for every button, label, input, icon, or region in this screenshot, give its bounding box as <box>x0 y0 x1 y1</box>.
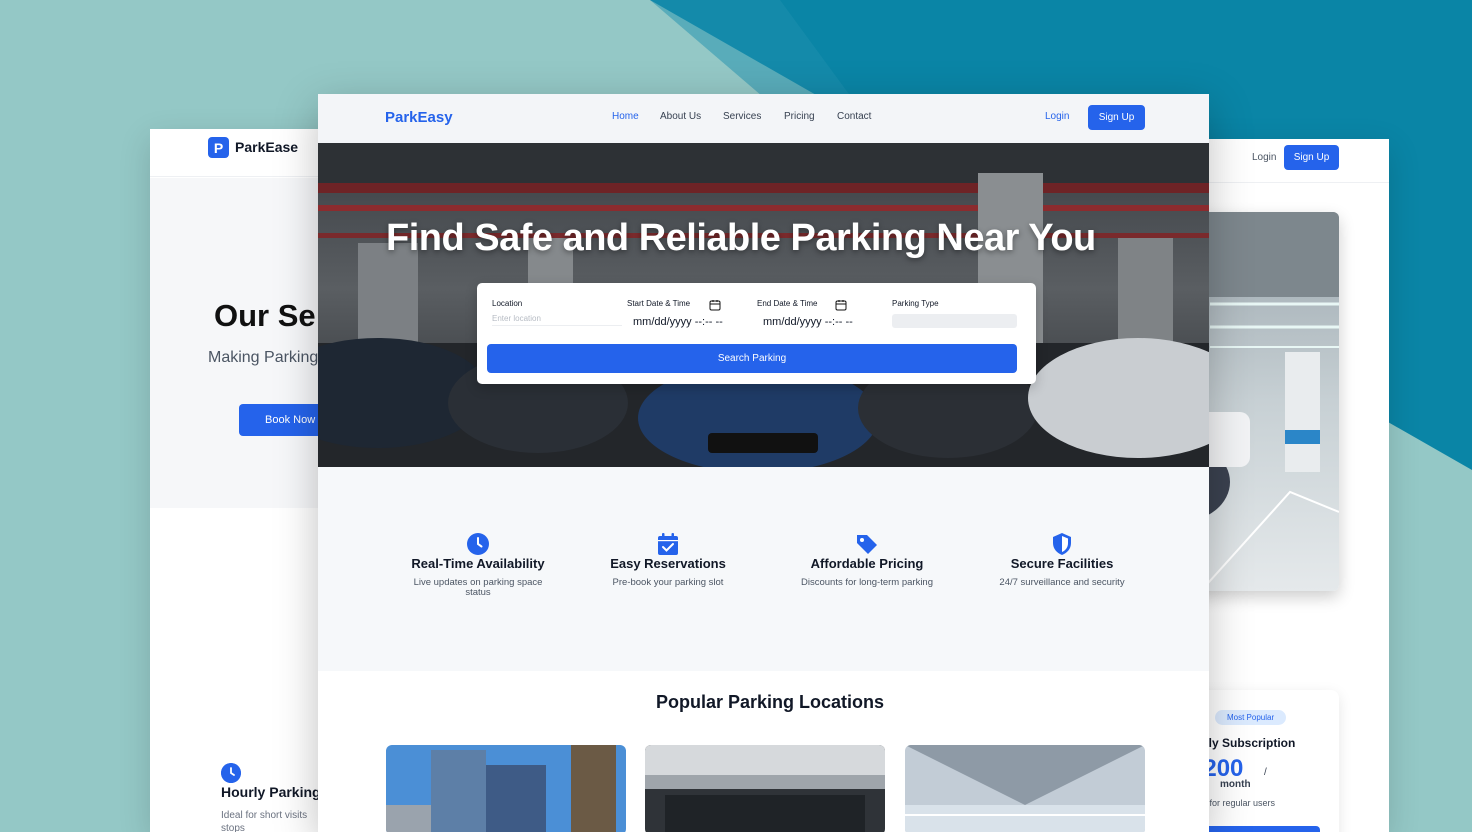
nav-home[interactable]: Home <box>612 111 639 122</box>
end-date-label: End Date & Time <box>757 299 818 308</box>
plan-button[interactable] <box>1190 826 1320 832</box>
hourly-parking-title: Hourly Parking <box>221 784 321 800</box>
left-brand[interactable]: ParkEase <box>235 139 298 155</box>
end-date-input[interactable]: mm/dd/yyyy --:-- -- <box>763 316 853 328</box>
calendar-icon[interactable] <box>835 299 847 311</box>
calendar-icon[interactable] <box>709 299 721 311</box>
search-form: Location Enter location Start Date & Tim… <box>477 283 1036 384</box>
feature-title: Real-Time Availability <box>411 556 545 571</box>
feature-desc: Pre-book your parking slot <box>612 577 724 588</box>
right-login-link[interactable]: Login <box>1252 152 1276 163</box>
plan-period: month <box>1220 779 1251 790</box>
tag-icon <box>857 535 877 554</box>
hero-title: Find Safe and Reliable Parking Near You <box>386 217 1096 259</box>
location-card-image[interactable] <box>645 745 885 832</box>
parking-type-select[interactable] <box>892 314 1017 328</box>
feature-desc: 24/7 surveillance and security <box>999 577 1125 588</box>
feature-security: Secure Facilities 24/7 surveillance and … <box>982 532 1142 588</box>
clock-icon <box>467 533 489 555</box>
start-date-label: Start Date & Time <box>627 299 691 308</box>
location-card-image[interactable] <box>905 745 1145 832</box>
feature-desc: Discounts for long-term parking <box>801 577 933 588</box>
hourly-parking-desc: Ideal for short visits stops <box>221 810 308 832</box>
location-input[interactable]: Enter location <box>492 314 622 326</box>
nav-about-us[interactable]: About Us <box>660 111 701 122</box>
feature-title: Affordable Pricing <box>810 556 924 571</box>
nav-contact[interactable]: Contact <box>837 111 871 122</box>
nav-pricing[interactable]: Pricing <box>784 111 815 122</box>
logo-icon[interactable]: P <box>208 137 229 158</box>
signup-button[interactable]: Sign Up <box>1088 105 1145 130</box>
left-hero-subtitle: Making Parking <box>208 349 319 366</box>
right-signup-button[interactable]: Sign Up <box>1284 145 1339 170</box>
brand-logo[interactable]: ParkEasy <box>385 109 453 126</box>
calendar-check-icon <box>658 533 678 555</box>
location-label: Location <box>492 299 523 308</box>
feature-pricing: Affordable Pricing Discounts for long-te… <box>787 532 947 588</box>
feature-reservations: Easy Reservations Pre-book your parking … <box>588 532 748 588</box>
feature-title: Secure Facilities <box>1010 556 1114 571</box>
clock-icon <box>221 763 241 783</box>
navbar: ParkEasy Home About Us Services Pricing … <box>318 94 1209 143</box>
most-popular-badge: Most Popular <box>1215 710 1287 725</box>
nav-services[interactable]: Services <box>723 111 761 122</box>
start-date-input[interactable]: mm/dd/yyyy --:-- -- <box>633 316 723 328</box>
feature-real-time: Real-Time Availability Live updates on p… <box>398 532 558 598</box>
popular-locations-title: Popular Parking Locations <box>655 692 885 712</box>
login-link[interactable]: Login <box>1045 111 1069 122</box>
hero-section: Find Safe and Reliable Parking Near You … <box>318 143 1209 467</box>
main-page: ParkEasy Home About Us Services Pricing … <box>318 94 1209 832</box>
parking-type-label: Parking Type <box>892 299 939 308</box>
feature-desc: Live updates on parking space status <box>413 577 543 598</box>
feature-title: Easy Reservations <box>610 556 726 571</box>
search-parking-button[interactable]: Search Parking <box>487 344 1017 373</box>
price-slash: / <box>1264 767 1267 778</box>
location-card-image[interactable] <box>386 745 626 832</box>
shield-icon <box>1053 533 1071 555</box>
left-hero-title: Our Se <box>214 298 316 333</box>
